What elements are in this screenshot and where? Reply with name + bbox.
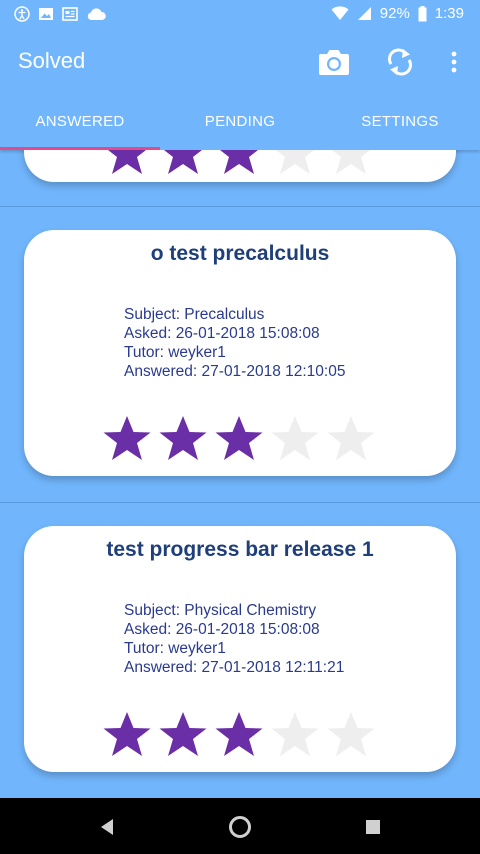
status-bar-notifications bbox=[14, 6, 106, 22]
cloud-icon bbox=[87, 8, 106, 20]
accessibility-icon bbox=[14, 6, 30, 22]
tab-pending[interactable]: PENDING bbox=[160, 94, 320, 150]
battery-icon bbox=[418, 5, 427, 21]
recents-button[interactable] bbox=[358, 812, 388, 842]
answered-card[interactable]: o test precalculus Subject: Precalculus … bbox=[24, 230, 456, 476]
home-circle-icon bbox=[229, 816, 251, 838]
answered-card-partial[interactable] bbox=[24, 150, 456, 182]
tutor-name: Tutor: weyker1 bbox=[124, 344, 226, 361]
app-title: Solved bbox=[18, 48, 86, 73]
asked-date: Asked: 26-01-2018 15:08:08 bbox=[124, 325, 320, 342]
star-empty-icon bbox=[327, 712, 375, 756]
overflow-menu-button[interactable] bbox=[436, 44, 472, 80]
star-filled-icon bbox=[108, 150, 146, 174]
system-nav-bar bbox=[0, 798, 480, 854]
news-icon bbox=[62, 7, 78, 21]
tutor-name: Tutor: weyker1 bbox=[124, 640, 226, 657]
star-empty-icon bbox=[271, 416, 319, 460]
answered-date: Answered: 27-01-2018 12:10:05 bbox=[124, 363, 346, 380]
tab-bar: ANSWERED PENDING SETTINGS bbox=[0, 94, 480, 150]
list-divider bbox=[0, 502, 480, 503]
status-bar: 92% 1:39 bbox=[0, 0, 480, 30]
sync-icon bbox=[388, 48, 412, 76]
more-vertical-icon bbox=[451, 51, 457, 73]
star-filled-icon bbox=[159, 712, 207, 756]
tab-answered[interactable]: ANSWERED bbox=[0, 94, 160, 150]
tab-settings[interactable]: SETTINGS bbox=[320, 94, 480, 150]
answered-date: Answered: 27-01-2018 12:11:21 bbox=[124, 659, 345, 676]
rating-stars bbox=[102, 414, 376, 464]
rating-stars bbox=[102, 710, 376, 760]
star-filled-icon bbox=[159, 416, 207, 460]
star-empty-icon bbox=[271, 712, 319, 756]
question-details: Subject: Physical Chemistry Asked: 26-01… bbox=[124, 601, 344, 677]
wifi-icon bbox=[331, 6, 349, 20]
back-triangle-icon bbox=[101, 819, 113, 835]
star-empty-icon bbox=[327, 416, 375, 460]
answered-card[interactable]: test progress bar release 1 Subject: Phy… bbox=[24, 526, 456, 772]
star-filled-icon bbox=[164, 150, 202, 174]
star-filled-icon bbox=[215, 712, 263, 756]
question-title: o test precalculus bbox=[150, 242, 330, 265]
subject-label: Subject: Precalculus bbox=[124, 306, 265, 323]
star-filled-icon bbox=[103, 416, 151, 460]
status-bar-system: 92% 1:39 bbox=[331, 5, 464, 22]
question-title: test progress bar release 1 bbox=[106, 538, 374, 561]
answered-list[interactable]: o test precalculus Subject: Precalculus … bbox=[0, 150, 480, 798]
list-divider bbox=[0, 206, 480, 207]
clock: 1:39 bbox=[434, 5, 464, 22]
star-empty-icon bbox=[276, 150, 314, 174]
camera-button[interactable] bbox=[316, 44, 352, 80]
star-empty-icon bbox=[332, 150, 370, 174]
star-filled-icon bbox=[215, 416, 263, 460]
battery-percentage: 92% bbox=[379, 5, 410, 22]
recents-square-icon bbox=[366, 820, 380, 834]
subject-label: Subject: Physical Chemistry bbox=[124, 602, 317, 619]
back-button[interactable] bbox=[92, 812, 122, 842]
home-button[interactable] bbox=[225, 812, 255, 842]
signal-icon bbox=[357, 7, 371, 20]
asked-date: Asked: 26-01-2018 15:08:08 bbox=[124, 621, 320, 638]
image-icon bbox=[39, 8, 53, 20]
star-filled-icon bbox=[220, 150, 258, 174]
app-bar: Solved bbox=[0, 30, 480, 94]
camera-icon bbox=[319, 50, 349, 75]
rating-stars bbox=[102, 150, 376, 178]
question-details: Subject: Precalculus Asked: 26-01-2018 1… bbox=[124, 305, 345, 381]
star-filled-icon bbox=[103, 712, 151, 756]
refresh-button[interactable] bbox=[382, 44, 418, 80]
